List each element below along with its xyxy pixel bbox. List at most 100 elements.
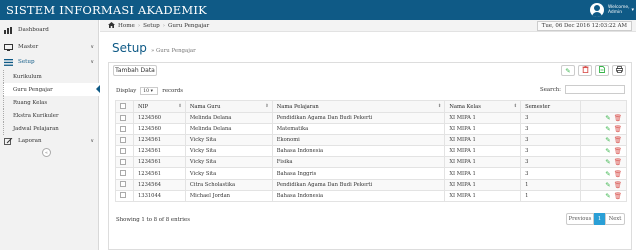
row-select-cell [115, 189, 134, 202]
search-input[interactable] [565, 85, 625, 94]
delete-row-icon[interactable]: 🗑 [614, 147, 622, 155]
nip-cell: 1234560 [132, 111, 186, 125]
edit-row-icon[interactable]: ✎ [605, 181, 610, 189]
delete-row-icon[interactable]: 🗑 [614, 192, 622, 200]
delete-row-icon[interactable]: 🗑 [614, 181, 622, 189]
sidebar-collapse-button[interactable]: « [42, 148, 51, 157]
nama-guru-cell: Vicky Sita [184, 134, 273, 147]
edit-row-icon[interactable]: ✎ [605, 192, 610, 200]
edit-row-icon[interactable]: ✎ [605, 136, 610, 144]
row-select-cell [115, 145, 134, 158]
nama-pelajaran-cell: Bahasa Indonesia [271, 145, 446, 158]
delete-button[interactable] [578, 65, 592, 76]
user-name: Admin [608, 10, 622, 15]
print-button[interactable] [612, 65, 626, 76]
row-select-cell [115, 123, 134, 136]
pagination-previous[interactable]: Previous [566, 213, 594, 225]
semester-cell: 3 [520, 123, 582, 136]
breadcrumb-bar: Home › Setup › Guru Pengajar Tue, 06 Dec… [100, 20, 636, 32]
table-row: 1234561 Vicky Sita Bahasa Indonesia XI MIPA… [115, 145, 627, 158]
caret-down-icon: ▾ [150, 89, 153, 94]
breadcrumb-current: Guru Pengajar [167, 23, 210, 29]
nama-guru-cell: Melinda Delana [184, 111, 273, 125]
dashboard-icon [4, 26, 13, 34]
table-row: 1234561 Vicky Sita Ekonomi XI MIPA 1 3 ✎ 🗑 [115, 134, 627, 147]
edit-row-icon[interactable]: ✎ [605, 170, 610, 178]
row-checkbox[interactable] [120, 148, 126, 155]
semester-cell: 3 [520, 145, 582, 158]
user-menu[interactable]: Welcome, Admin ▾ [590, 0, 636, 20]
column-header-nama-guru[interactable]: Nama Guru ⇕ [184, 100, 273, 113]
column-header-nip[interactable]: NIP ⇕ [132, 100, 186, 113]
sidebar-sub-label: Ekstra Kurikuler [13, 112, 59, 119]
delete-row-icon[interactable]: 🗑 [614, 170, 622, 178]
column-header-nama-pelajaran[interactable]: Nama Pelajaran ⇕ [271, 100, 446, 113]
printer-icon [615, 66, 623, 75]
row-actions-cell: ✎ 🗑 [580, 134, 627, 147]
sidebar-item-label: Master [18, 44, 39, 50]
delete-row-icon[interactable]: 🗑 [614, 125, 622, 133]
nama-kelas-cell: XI MIPA 1 [444, 178, 522, 191]
document-icon [599, 66, 605, 75]
breadcrumb-setup[interactable]: Setup [143, 23, 160, 29]
row-checkbox[interactable] [120, 181, 126, 188]
edit-row-icon[interactable]: ✎ [605, 125, 610, 133]
sidebar-sub-label: Ruang Kelas [13, 99, 48, 106]
nama-kelas-cell: XI MIPA 1 [444, 134, 522, 147]
row-select-cell [115, 167, 134, 180]
nama-guru-cell: Vicky Sita [184, 167, 273, 180]
top-bar: SISTEM INFORMASI AKADEMIK Welcome, Admin… [0, 0, 636, 20]
row-checkbox[interactable] [120, 136, 126, 143]
pagination-page[interactable]: 1 [594, 213, 605, 225]
semester-cell: 3 [520, 111, 582, 125]
delete-row-icon[interactable]: 🗑 [614, 114, 622, 122]
row-checkbox[interactable] [120, 159, 126, 166]
breadcrumb-separator: › [162, 23, 165, 29]
column-header-semester[interactable]: Semester [520, 100, 582, 113]
sidebar-item-master[interactable]: Master ∨ [0, 39, 99, 55]
list-icon [4, 58, 13, 66]
semester-cell: 3 [520, 134, 582, 147]
row-actions-cell: ✎ 🗑 [580, 145, 627, 158]
page-header: Setup » Guru Pengajar [112, 41, 196, 55]
row-checkbox[interactable] [120, 170, 126, 177]
row-checkbox[interactable] [120, 192, 126, 199]
sort-icon: ⇕ [178, 104, 182, 109]
page-title: Setup [112, 41, 147, 55]
nama-guru-cell: Vicky Sita [184, 145, 273, 158]
breadcrumb-home[interactable]: Home [118, 23, 135, 29]
page-length-select[interactable]: 10 ▾ [140, 87, 159, 95]
sidebar-sub-ruang-kelas[interactable]: Ruang Kelas [3, 96, 98, 109]
delete-row-icon[interactable]: 🗑 [614, 158, 622, 166]
semester-cell: 3 [520, 156, 582, 169]
data-panel: Tambah Data ✎ Display 10 ▾ records Searc… [108, 62, 632, 250]
edit-row-icon[interactable]: ✎ [605, 158, 610, 166]
sidebar-sub-guru-pengajar[interactable]: Guru Pengajar [3, 83, 100, 96]
pagination-next[interactable]: Next [605, 213, 625, 225]
edit-row-icon[interactable]: ✎ [605, 147, 610, 155]
nama-pelajaran-cell: Ekonomi [271, 134, 446, 147]
row-checkbox[interactable] [120, 114, 126, 121]
row-checkbox[interactable] [120, 125, 126, 132]
sidebar-item-laporan[interactable]: Laporan ∨ [0, 133, 99, 149]
edit-row-icon[interactable]: ✎ [605, 114, 610, 122]
sidebar-item-dashboard[interactable]: Dashboard [0, 22, 99, 38]
display-label: Display [116, 88, 137, 94]
select-all-checkbox[interactable] [120, 103, 126, 110]
row-actions-cell: ✎ 🗑 [580, 167, 627, 180]
delete-row-icon[interactable]: 🗑 [614, 136, 622, 144]
sidebar-item-setup[interactable]: Setup ∨ [0, 54, 99, 70]
add-data-button[interactable]: Tambah Data [113, 65, 157, 76]
sidebar-sub-ekstra-kurikuler[interactable]: Ekstra Kurikuler [3, 109, 98, 122]
nama-kelas-cell: XI MIPA 1 [444, 156, 522, 169]
sidebar-sub-kurikulum[interactable]: Kurikulum [3, 70, 98, 83]
breadcrumb-separator: › [137, 23, 141, 29]
edit-button[interactable]: ✎ [561, 65, 575, 76]
column-header-nama-kelas[interactable]: Nama Kelas ⇕ [444, 100, 522, 113]
export-button[interactable] [595, 65, 609, 76]
sidebar-item-label: Laporan [18, 138, 42, 144]
nip-cell: 1234561 [132, 145, 186, 158]
sidebar-item-label: Setup [18, 59, 35, 65]
chevron-down-icon: ∨ [90, 44, 94, 50]
monitor-icon [4, 43, 13, 51]
